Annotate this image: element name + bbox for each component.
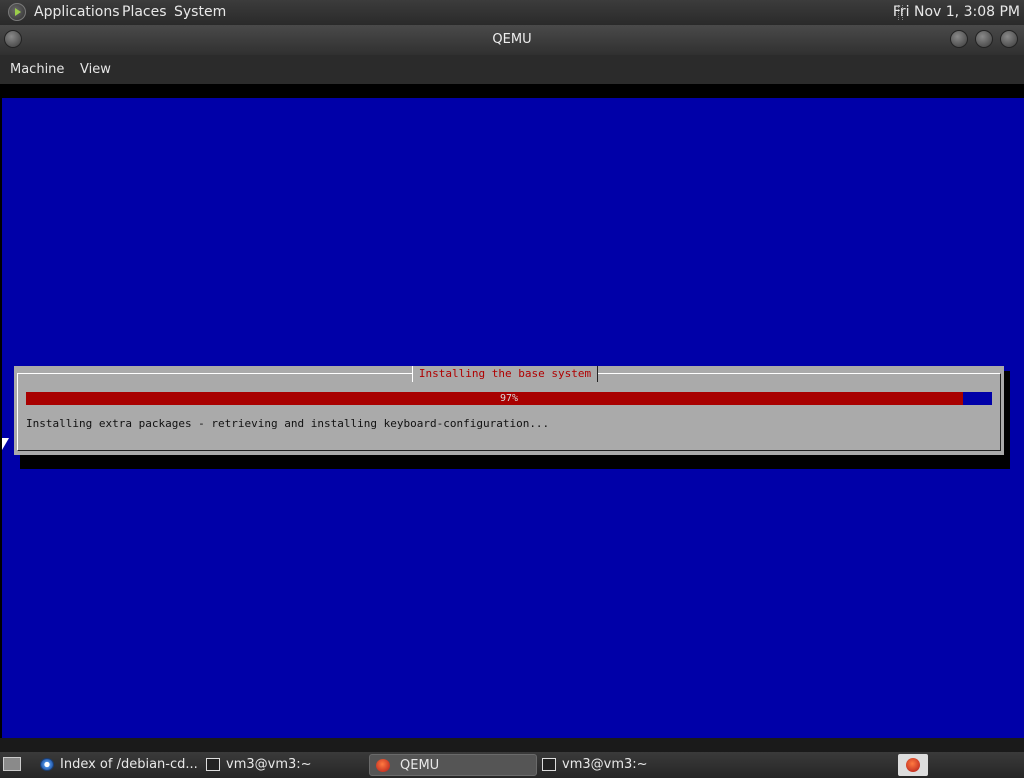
tray-qemu-icon[interactable] — [898, 754, 928, 776]
task-terminal-2[interactable]: vm3@vm3:~ — [536, 754, 704, 776]
task-browser[interactable]: Index of /debian-cd... — [34, 754, 200, 776]
top-panel: Applications Places System Fri Nov 1, 3:… — [0, 0, 1024, 25]
window-titlebar[interactable]: QEMU — [0, 25, 1024, 55]
task-qemu[interactable]: QEMU — [369, 754, 537, 776]
minimize-button[interactable] — [950, 30, 968, 48]
terminal-icon — [542, 758, 556, 771]
task-label: vm3@vm3:~ — [226, 757, 312, 772]
progress-bar: 97% — [26, 392, 992, 405]
maximize-button[interactable] — [975, 30, 993, 48]
task-label: QEMU — [400, 758, 440, 773]
bottom-panel: Index of /debian-cd... vm3@vm3:~ QEMU vm… — [0, 752, 1024, 778]
task-label: vm3@vm3:~ — [562, 757, 648, 772]
dialog-border — [17, 373, 1001, 451]
menubar: Machine View — [0, 55, 1024, 84]
close-button[interactable] — [1000, 30, 1018, 48]
task-terminal-1[interactable]: vm3@vm3:~ — [200, 754, 368, 776]
browser-icon — [40, 758, 54, 771]
installer-dialog: Installing the base system 97% Installin… — [14, 366, 1004, 455]
menu-view[interactable]: View — [80, 62, 111, 77]
mouse-cursor-icon — [2, 438, 9, 450]
terminal-icon — [206, 758, 220, 771]
menu-applications[interactable]: Applications — [34, 4, 120, 20]
applications-icon[interactable] — [8, 3, 26, 21]
dialog-title: Installing the base system — [412, 366, 598, 382]
show-desktop-icon[interactable] — [3, 757, 21, 771]
status-message: Installing extra packages - retrieving a… — [26, 417, 550, 430]
progress-percent: 97% — [499, 393, 519, 404]
menu-machine[interactable]: Machine — [10, 62, 64, 77]
menu-places[interactable]: Places — [122, 4, 167, 20]
qemu-icon — [376, 759, 390, 772]
window-title: QEMU — [492, 32, 532, 47]
task-label: Index of /debian-cd... — [60, 757, 198, 772]
menu-system[interactable]: System — [174, 4, 226, 20]
clock[interactable]: Fri Nov 1, 3:08 PM — [893, 4, 1020, 20]
